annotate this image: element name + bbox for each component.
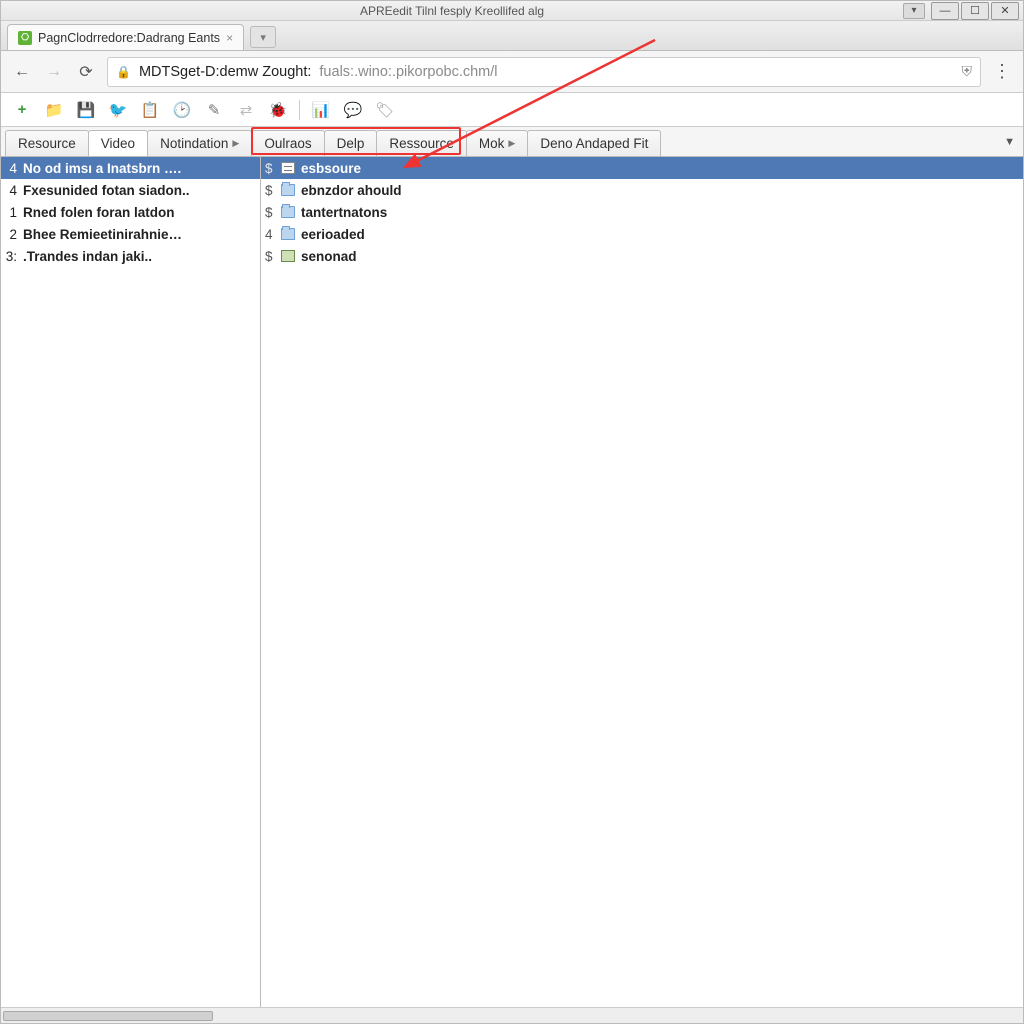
item-number: 4 <box>5 161 17 176</box>
overflow-menu-button[interactable]: ⋮ <box>991 61 1013 83</box>
left-pane[interactable]: 4 No od imsı a Inatsbrn …. 4 Fxesunided fot… <box>1 157 261 1007</box>
folder-icon <box>281 184 295 196</box>
item-text: senonad <box>301 249 357 264</box>
category-tab-oulraos[interactable]: Oulraos <box>251 130 324 156</box>
right-pane[interactable]: $ esbsoure $ ebnzdor ahould $ tantertnatons 4 e… <box>261 157 1023 1007</box>
list-icon <box>281 162 295 174</box>
item-number: 2 <box>5 227 17 242</box>
category-tab-label: Mok <box>479 136 505 151</box>
tabstrip-settings-icon[interactable]: ▼ <box>1004 136 1015 148</box>
item-prefix: $ <box>265 205 275 220</box>
category-tab-notindation[interactable]: Notindation ▶ <box>147 130 252 156</box>
item-number: 1 <box>5 205 17 220</box>
plus-icon[interactable]: + <box>11 99 33 121</box>
item-text: esbsoure <box>301 161 361 176</box>
item-prefix: $ <box>265 161 275 176</box>
item-number: 4 <box>5 183 17 198</box>
item-text: Rned folen foran latdon <box>23 205 175 220</box>
folder-icon <box>281 228 295 240</box>
content-area: 4 No od imsı a Inatsbrn …. 4 Fxesunided fot… <box>1 157 1023 1007</box>
item-text: Fxesunided fotan siadon.. <box>23 183 190 198</box>
favicon-icon: ⎔ <box>18 31 32 45</box>
new-tab-button[interactable]: ▾ <box>250 26 276 48</box>
item-prefix: 4 <box>265 227 275 242</box>
chart-icon[interactable]: 📊 <box>310 99 332 121</box>
window-title: APREedit Tilnl fesply Kreollifed alg <box>1 4 903 18</box>
item-number: 3: <box>5 249 17 264</box>
item-prefix: $ <box>265 249 275 264</box>
category-tab-label: Delp <box>337 136 365 151</box>
chat-icon[interactable]: 💬 <box>342 99 364 121</box>
url-main-text: MDTSget-D:demw Zought: <box>139 64 311 80</box>
list-item[interactable]: 1 Rned folen foran latdon <box>1 201 260 223</box>
shield-icon[interactable]: ⛨ <box>962 63 973 80</box>
category-tab-label: Ressource <box>389 136 454 151</box>
item-text: .Trandes indan jaki.. <box>23 249 152 264</box>
folder-icon[interactable]: 📁 <box>43 99 65 121</box>
category-tab-mok[interactable]: Mok▶ <box>466 130 528 156</box>
list-item[interactable]: 3: .Trandes indan jaki.. <box>1 245 260 267</box>
category-tab-video[interactable]: Video <box>88 130 148 156</box>
img-icon <box>281 250 295 262</box>
item-prefix: $ <box>265 183 275 198</box>
maximize-button[interactable]: ☐ <box>961 2 989 20</box>
tag-icon[interactable]: 🏷 <box>374 99 396 121</box>
forward-button[interactable]: → <box>43 61 65 83</box>
item-text: eerioaded <box>301 227 365 242</box>
reload-button[interactable]: ⟳ <box>75 61 97 83</box>
category-tab-label: Oulraos <box>264 136 311 151</box>
clock-icon[interactable]: 🕑 <box>171 99 193 121</box>
close-window-button[interactable]: ✕ <box>991 2 1019 20</box>
titlebar-extra-button[interactable]: ▾ <box>903 3 925 19</box>
lock-icon: 🔒 <box>116 65 131 79</box>
url-rest-text: fuals:.wino:.pikorpobc.chm/l <box>319 64 497 80</box>
category-tab-delp[interactable]: Delp <box>324 130 378 156</box>
twitter-icon[interactable]: 🐦 <box>107 99 129 121</box>
browser-tab-title: PagnClodrredore:Dadrang Eants <box>38 31 220 45</box>
footer-scrollbar[interactable] <box>1 1007 1023 1023</box>
browser-tab[interactable]: ⎔ PagnClodrredore:Dadrang Eants × <box>7 24 244 50</box>
category-tab-ressource[interactable]: Ressource <box>376 130 467 156</box>
save-icon[interactable]: 💾 <box>75 99 97 121</box>
category-tab-label: Notindation <box>160 136 228 151</box>
navbar: ← → ⟳ 🔒 MDTSget-D:demw Zought: fuals:.wi… <box>1 51 1023 93</box>
titlebar: APREedit Tilnl fesply Kreollifed alg ▾ —… <box>1 1 1023 21</box>
category-tab-label: Resource <box>18 136 76 151</box>
item-text: ebnzdor ahould <box>301 183 402 198</box>
back-button[interactable]: ← <box>11 61 33 83</box>
toolbar: + 📁 💾 🐦 📋 🕑 ✎ ⇄ 🐞 📊 💬 🏷 <box>1 93 1023 127</box>
bug-icon[interactable]: 🐞 <box>267 99 289 121</box>
list-item[interactable]: 4 No od imsı a Inatsbrn …. <box>1 157 260 179</box>
category-tab-deno-andaped-fit[interactable]: Deno Andaped Fit <box>527 130 661 156</box>
swap-icon[interactable]: ⇄ <box>235 99 257 121</box>
browser-tabstrip: ⎔ PagnClodrredore:Dadrang Eants × ▾ <box>1 21 1023 51</box>
category-tabstrip: Resource Video Notindation ▶ Oulraos Delp Ress… <box>1 127 1023 157</box>
list-item[interactable]: $ senonad <box>261 245 1023 267</box>
close-tab-icon[interactable]: × <box>226 31 233 45</box>
list-item[interactable]: $ tantertnatons <box>261 201 1023 223</box>
minimize-button[interactable]: — <box>931 2 959 20</box>
chevron-down-icon: ▶ <box>508 138 515 149</box>
list-item[interactable]: $ esbsoure <box>261 157 1023 179</box>
url-field[interactable]: 🔒 MDTSget-D:demw Zought: fuals:.wino:.pi… <box>107 57 981 87</box>
scrollbar-thumb[interactable] <box>3 1011 213 1021</box>
category-tab-label: Deno Andaped Fit <box>540 136 648 151</box>
list-item[interactable]: 4 Fxesunided fotan siadon.. <box>1 179 260 201</box>
app-window: APREedit Tilnl fesply Kreollifed alg ▾ —… <box>0 0 1024 1024</box>
toolbar-separator <box>299 100 300 120</box>
item-text: tantertnatons <box>301 205 387 220</box>
list-item[interactable]: 4 eerioaded <box>261 223 1023 245</box>
list-item[interactable]: $ ebnzdor ahould <box>261 179 1023 201</box>
pencil-icon[interactable]: ✎ <box>203 99 225 121</box>
chevron-down-icon: ▶ <box>232 138 239 149</box>
item-text: No od imsı a Inatsbrn …. <box>23 161 181 176</box>
category-tab-resource[interactable]: Resource <box>5 130 89 156</box>
list-item[interactable]: 2 Bhee Remieetinirahnie… <box>1 223 260 245</box>
item-text: Bhee Remieetinirahnie… <box>23 227 182 242</box>
clipboard-icon[interactable]: 📋 <box>139 99 161 121</box>
folder-icon <box>281 206 295 218</box>
category-tab-label: Video <box>101 136 135 151</box>
